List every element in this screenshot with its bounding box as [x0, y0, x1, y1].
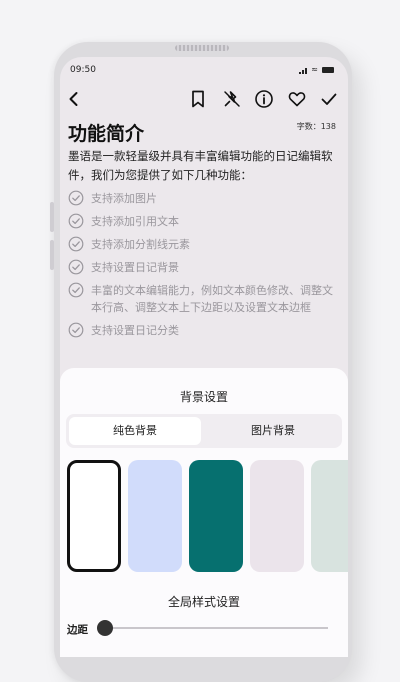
circle-check-icon — [68, 190, 84, 206]
feature-item: 支持设置日记背景 — [68, 259, 338, 276]
circle-check-icon — [68, 322, 84, 338]
spacing-slider[interactable] — [97, 620, 328, 636]
slider-track — [100, 627, 328, 629]
speaker-grille — [175, 45, 229, 51]
circle-check-icon — [68, 236, 84, 252]
status-icons: ≈ — [299, 66, 334, 74]
check-icon[interactable] — [319, 89, 339, 109]
toolbar — [60, 87, 348, 111]
color-swatch[interactable] — [128, 460, 182, 572]
tab-solid-background[interactable]: 纯色背景 — [69, 417, 201, 445]
color-swatch[interactable] — [67, 460, 121, 572]
color-swatch[interactable] — [311, 460, 348, 572]
background-settings-sheet: 背景设置 纯色背景 图片背景 全局样式设置 边距 — [60, 368, 348, 657]
feature-item: 支持设置日记分类 — [68, 322, 338, 339]
feature-text: 支持添加分割线元素 — [91, 238, 190, 251]
feature-item: 丰富的文本编辑能力，例如文本颜色修改、调整文本行高、调整文本上下边距以及设置文本… — [68, 282, 338, 316]
feature-item: 支持添加引用文本 — [68, 213, 338, 230]
feature-list: 支持添加图片支持添加引用文本 支持添加分割线元素 支持设置日记背景丰富的文本编辑能力… — [68, 190, 338, 345]
battery-icon — [322, 67, 334, 73]
tab-image-background[interactable]: 图片背景 — [207, 417, 339, 445]
feature-text: 丰富的文本编辑能力，例如文本颜色修改、调整文本行高、调整文本上下边距以及设置文本… — [91, 284, 333, 314]
note-intro[interactable]: 墨语是一款轻量级并具有丰富编辑功能的日记编辑软件，我们为您提供了如下几种功能： — [68, 147, 340, 185]
heart-icon[interactable] — [287, 89, 307, 109]
circle-check-icon — [68, 259, 84, 275]
circle-check-icon — [68, 213, 84, 229]
circle-check-icon — [68, 282, 84, 298]
color-swatch-list — [67, 460, 348, 574]
feature-text: 支持添加引用文本 — [91, 215, 179, 228]
color-swatch[interactable] — [250, 460, 304, 572]
unpin-icon[interactable] — [222, 89, 242, 109]
global-style-title: 全局样式设置 — [167, 595, 240, 609]
feature-item: 支持添加图片 — [68, 190, 338, 207]
status-time: 09:50 — [70, 65, 96, 75]
volume-up-button — [50, 202, 54, 232]
bookmark-icon[interactable] — [188, 89, 208, 109]
volume-down-button — [50, 240, 54, 270]
spacing-label: 边距 — [67, 624, 88, 636]
feature-text: 支持设置日记背景 — [91, 261, 179, 274]
word-count: 字数：138 — [296, 122, 336, 131]
status-bar: 09:50 ≈ — [70, 65, 334, 79]
chevron-left-icon[interactable] — [64, 89, 84, 109]
note-title[interactable]: 功能简介 — [68, 119, 144, 146]
feature-item: 支持添加分割线元素 — [68, 236, 338, 253]
background-type-tabs: 纯色背景 图片背景 — [66, 414, 342, 448]
signal-icon — [299, 67, 308, 74]
slider-thumb[interactable] — [97, 620, 113, 636]
color-swatch[interactable] — [189, 460, 243, 572]
wifi-icon: ≈ — [311, 65, 318, 74]
feature-text: 支持添加图片 — [91, 192, 157, 205]
sheet-title: 背景设置 — [179, 390, 228, 404]
phone-screen: 09:50 ≈ 功能简介 字数：138 墨语是一款轻量级并具有丰富编辑功能的日记… — [60, 57, 348, 657]
feature-text: 支持设置日记分类 — [91, 324, 179, 337]
info-icon[interactable] — [254, 89, 274, 109]
